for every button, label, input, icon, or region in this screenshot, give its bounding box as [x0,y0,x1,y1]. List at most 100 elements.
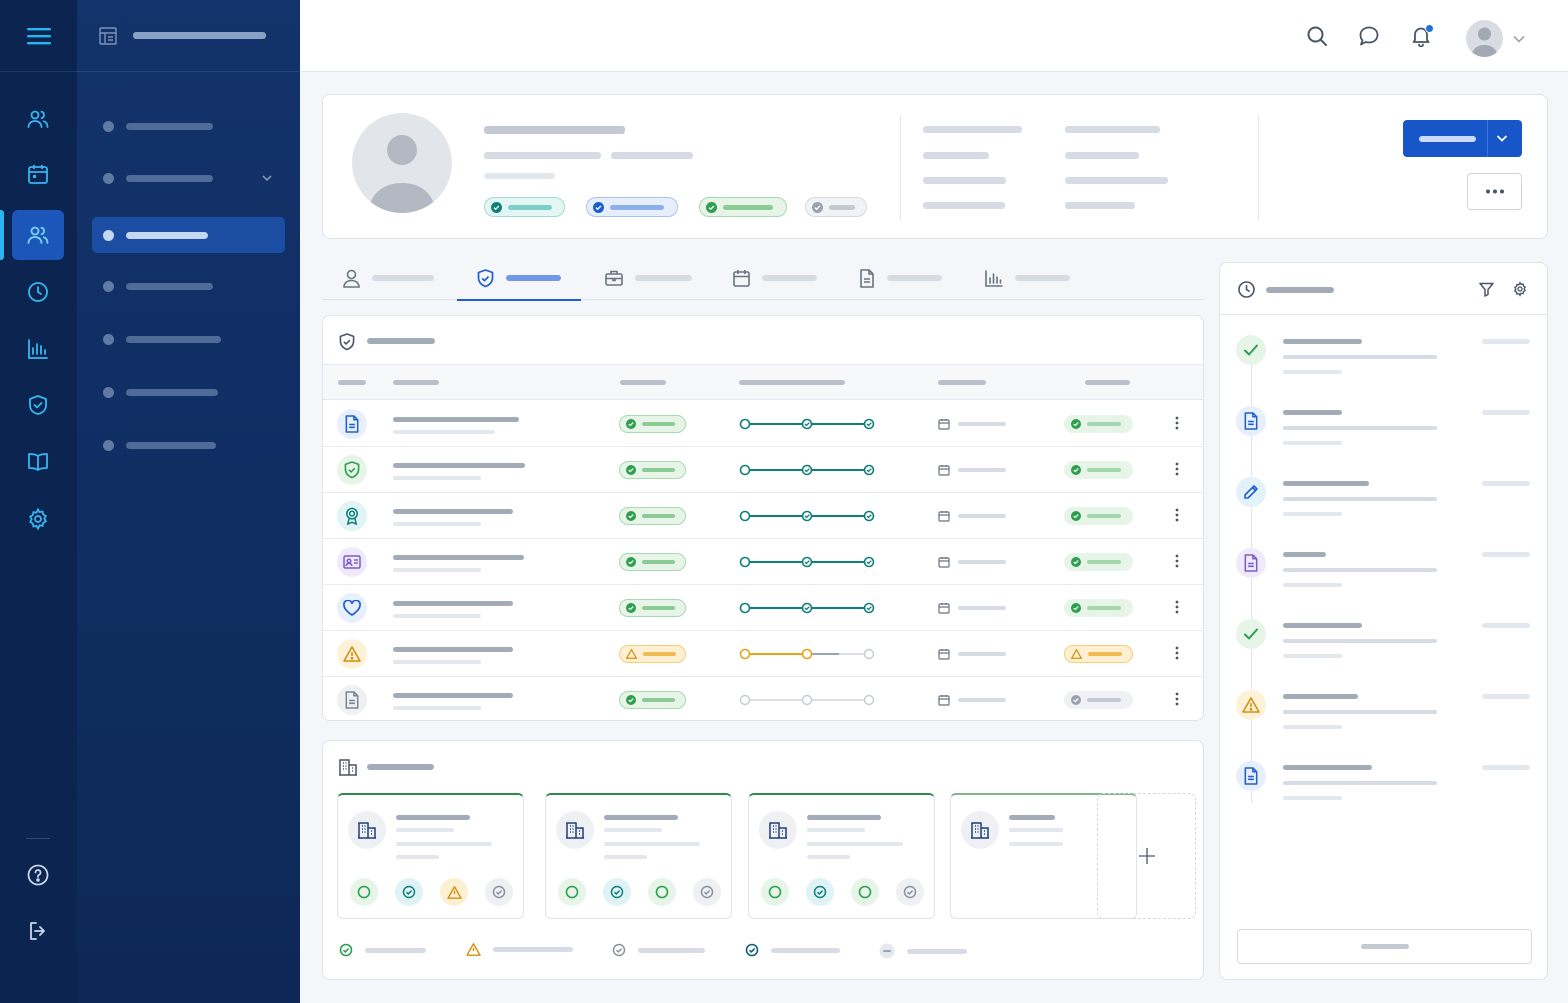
more-vertical-icon[interactable] [1175,415,1179,431]
tab-reports[interactable] [985,256,1070,300]
tab-employment[interactable] [605,256,692,300]
profile-dept [611,152,693,159]
status-green-icon [851,878,879,906]
chevron-down-icon [1513,35,1525,43]
status-gray-icon [896,878,924,906]
facility-detail [396,855,439,859]
users-icon [27,110,49,128]
progress-steps [739,694,875,706]
rail-calendar[interactable] [12,149,64,199]
calendar-icon [938,419,950,430]
detail-label [923,152,989,159]
row-title [393,647,513,652]
event-time [1482,339,1530,344]
facility-card[interactable] [545,793,732,919]
person-icon [343,269,360,288]
rail-chart[interactable] [12,324,64,374]
gear-icon [28,507,48,531]
legend-item [466,943,573,956]
rail-people[interactable] [0,210,64,260]
filter-icon[interactable] [1479,282,1494,297]
profile-id [484,173,555,179]
more-vertical-icon[interactable] [1175,461,1179,477]
table-row[interactable] [323,493,1203,539]
tab-documents[interactable] [859,256,942,300]
result-badge [1064,691,1133,709]
rail-help[interactable] [12,850,64,900]
chat-icon[interactable] [1358,25,1380,47]
more-vertical-icon[interactable] [1175,691,1179,707]
row-subtitle [393,522,481,526]
legend-item [879,943,967,959]
facility-name [604,815,678,820]
facility-card[interactable] [337,793,524,919]
warning-icon [626,649,637,659]
more-vertical-icon[interactable] [1175,507,1179,523]
add-facility-button[interactable] [1097,793,1196,919]
sidebar-item-4[interactable] [92,268,285,304]
sidebar-item-7[interactable] [92,427,285,463]
table-row[interactable] [323,677,1203,720]
status-badge [484,197,565,217]
detail-label [923,202,1005,209]
facility-detail [1009,842,1063,846]
rail-shield[interactable] [12,380,64,430]
event-time [1482,552,1530,557]
status-badge [619,415,686,433]
help-icon [27,864,49,886]
status-badge [619,507,686,525]
event-meta [1283,654,1342,658]
result-badge [1064,645,1133,663]
tab-compliance[interactable] [457,256,581,301]
more-options-button[interactable] [1467,173,1522,210]
event-title [1283,410,1342,415]
notifications-button[interactable] [1410,24,1434,49]
sidebar-item-2[interactable] [92,160,285,196]
rail-book[interactable] [12,437,64,487]
chevron-down-icon [262,175,272,182]
facility-card[interactable] [748,793,935,919]
progress-steps [739,510,875,522]
gear-icon[interactable] [1512,281,1528,297]
detail-label [923,177,1006,184]
status-gray-icon [693,878,721,906]
sidebar-item-1[interactable] [92,108,285,144]
row-title [393,693,513,698]
menu-button[interactable] [0,0,77,72]
view-all-button[interactable] [1237,929,1532,964]
table-row[interactable] [323,631,1203,677]
sidebar-item-6[interactable] [92,374,285,410]
search-icon[interactable] [1306,25,1328,47]
rail-clock[interactable] [12,267,64,317]
profile-avatar [352,113,452,213]
card-title [367,338,435,344]
timeline-header [1220,263,1547,315]
primary-action-button[interactable] [1403,120,1522,157]
more-vertical-icon[interactable] [1175,645,1179,661]
document-icon [860,268,874,288]
chevron-down-icon [1496,135,1508,142]
sidebar-item-3[interactable] [92,217,285,253]
table-row[interactable] [323,447,1203,493]
more-vertical-icon[interactable] [1175,599,1179,615]
more-vertical-icon[interactable] [1175,553,1179,569]
status-teal-icon [603,878,631,906]
table-row[interactable] [323,401,1203,447]
tab-schedule[interactable] [733,256,817,300]
avatar [1466,20,1503,57]
table-row[interactable] [323,539,1203,585]
status-green-icon [648,878,676,906]
event-meta [1283,583,1342,587]
facility-name [1009,815,1055,820]
row-date [958,422,1006,426]
legend-item [745,943,840,957]
rail-logout[interactable] [12,906,64,956]
sidebar-item-5[interactable] [92,321,285,357]
rail-users[interactable] [12,94,64,144]
tab-profile[interactable] [343,256,434,300]
rail-settings[interactable] [12,494,64,544]
user-menu[interactable] [1466,20,1525,57]
table-row[interactable] [323,585,1203,631]
sidebar [77,0,300,1003]
facility-detail [396,842,492,846]
